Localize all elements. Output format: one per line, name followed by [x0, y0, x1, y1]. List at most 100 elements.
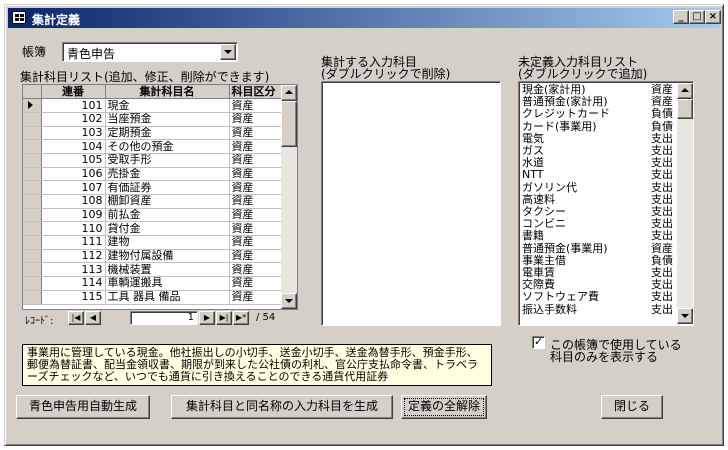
row-selector[interactable] [23, 126, 42, 141]
list-item[interactable]: 普通預金(事業用) 資産 [522, 242, 673, 255]
column-header-serial[interactable]: 連番 [41, 85, 106, 100]
list-item[interactable]: 現金(家計用) 資産 [522, 84, 673, 96]
table-row[interactable]: 104 その他の預金 資産 [23, 139, 282, 154]
cell-serial[interactable]: 111 [41, 235, 106, 250]
table-row[interactable]: 112 建物付属設備 資産 [23, 249, 282, 264]
current-record-field[interactable]: 1 [130, 311, 198, 325]
cell-category[interactable]: 資産 [229, 262, 282, 278]
list-item[interactable]: 普通預金(家計用) 資産 [522, 96, 673, 108]
cell-serial[interactable]: 106 [41, 167, 106, 182]
list-item[interactable]: ガソリン代 支出 [522, 181, 673, 194]
cell-subject-name[interactable]: 貸付金 [105, 221, 230, 237]
cell-subject-name[interactable]: 工具 器具 備品 [105, 290, 230, 305]
cell-serial[interactable]: 110 [41, 221, 106, 237]
undefined-subject-listbox[interactable]: 振込手数料 支出 ソフトウェア費 支出 交際費 支出 電車賃 支出 事業主借 負債 普通預金(事業用… [518, 81, 694, 326]
generate-blue-return-button[interactable]: 青色申告用自動生成 [16, 395, 150, 419]
cell-subject-name[interactable]: 売掛金 [105, 167, 230, 182]
row-selector[interactable] [23, 276, 42, 291]
cell-category[interactable]: 資産 [229, 249, 282, 264]
cell-category[interactable]: 資産 [229, 290, 282, 305]
summary-datasheet[interactable]: 連番 集計科目名 科目区分 101 現金 資産 102 当座預金 資産 103 定期預金 資産 1… [22, 84, 298, 310]
cell-category[interactable]: 資産 [229, 98, 282, 113]
cell-serial[interactable]: 105 [41, 153, 106, 168]
scroll-down-button[interactable] [281, 293, 297, 309]
close-window-button[interactable]: × [705, 10, 721, 24]
table-row[interactable]: 105 受取手形 資産 [23, 153, 282, 168]
clear-all-definitions-button[interactable]: 定義の全解除 [401, 395, 487, 419]
cell-subject-name[interactable]: 受取手形 [105, 153, 230, 168]
cell-subject-name[interactable]: 前払金 [105, 208, 230, 223]
cell-subject-name[interactable]: 建物 [105, 235, 230, 250]
minimize-button[interactable]: _ [673, 10, 689, 24]
cell-category[interactable]: 資産 [229, 208, 282, 223]
list-item[interactable]: コンビニ 支出 [522, 218, 673, 230]
table-row[interactable]: 101 現金 資産 [23, 98, 282, 113]
cell-subject-name[interactable]: その他の預金 [105, 139, 230, 154]
cell-subject-name[interactable]: 車輌運搬具 [105, 276, 230, 291]
list-item[interactable]: 書籍 支出 [522, 230, 673, 242]
row-selector[interactable] [23, 194, 42, 209]
row-selector[interactable] [23, 249, 42, 264]
row-selector[interactable] [23, 112, 42, 127]
last-record-button[interactable]: ▶| [216, 311, 232, 325]
cell-serial[interactable]: 108 [41, 194, 106, 209]
table-row[interactable]: 103 定期預金 資産 [23, 126, 282, 141]
cell-category[interactable]: 資産 [229, 167, 282, 182]
cell-category[interactable]: 資産 [229, 180, 282, 195]
row-selector[interactable] [23, 221, 42, 237]
scroll-thumb[interactable] [281, 101, 297, 147]
list-item[interactable]: クレジットカード 負債 [522, 108, 673, 120]
cell-serial[interactable]: 112 [41, 249, 106, 264]
row-selector[interactable] [23, 180, 42, 195]
cell-category[interactable]: 資産 [229, 153, 282, 168]
input-subject-listbox[interactable] [321, 81, 501, 326]
cell-serial[interactable]: 113 [41, 262, 106, 278]
row-selector[interactable] [23, 262, 42, 278]
cell-subject-name[interactable]: 機械装置 [105, 262, 230, 278]
row-selector[interactable] [23, 153, 42, 168]
cell-subject-name[interactable]: 現金 [105, 98, 230, 113]
generate-same-name-button[interactable]: 集計科目と同名称の入力科目を生成 [171, 395, 393, 419]
table-row[interactable]: 114 車輌運搬具 資産 [23, 276, 282, 291]
column-header-name[interactable]: 集計科目名 [105, 85, 230, 100]
table-row[interactable]: 102 当座預金 資産 [23, 112, 282, 127]
list-item[interactable]: 水道 支出 [522, 157, 673, 169]
cell-subject-name[interactable]: 当座預金 [105, 112, 230, 127]
next-record-button[interactable]: ▶ [199, 311, 215, 325]
cell-serial[interactable]: 115 [41, 290, 106, 305]
maximize-button[interactable]: □ [689, 10, 705, 24]
summary-scrollbar[interactable] [281, 85, 297, 309]
list-item[interactable]: NTT 支出 [522, 169, 673, 181]
cell-category[interactable]: 資産 [229, 139, 282, 154]
cell-category[interactable]: 資産 [229, 126, 282, 141]
table-row[interactable]: 115 工具 器具 備品 資産 [23, 290, 282, 305]
table-row[interactable]: 107 有価証券 資産 [23, 180, 282, 195]
cell-serial[interactable]: 101 [41, 98, 106, 113]
row-selector[interactable] [23, 139, 42, 154]
ledger-dropdown-button[interactable] [220, 44, 236, 60]
list-item[interactable]: 電気 支出 [522, 132, 673, 145]
row-selector[interactable] [23, 208, 42, 223]
list-item[interactable]: 事業主借 負債 [522, 254, 673, 267]
cell-serial[interactable]: 104 [41, 139, 106, 154]
scroll-down-button[interactable] [677, 308, 693, 324]
new-record-button[interactable]: ▶* [233, 311, 249, 325]
list-item[interactable]: 振込手数料 支出 [522, 303, 673, 316]
table-row[interactable]: 113 機械装置 資産 [23, 262, 282, 278]
table-row[interactable]: 108 棚卸資産 資産 [23, 194, 282, 209]
row-selector[interactable] [23, 290, 42, 305]
cell-category[interactable]: 資産 [229, 276, 282, 291]
cell-serial[interactable]: 103 [41, 126, 106, 141]
title-bar[interactable]: 集計定義 _ □ × [8, 8, 721, 28]
first-record-button[interactable]: |◀ [68, 311, 84, 325]
cell-serial[interactable]: 114 [41, 276, 106, 291]
list-item[interactable]: 高速料 支出 [522, 193, 673, 206]
cell-category[interactable]: 資産 [229, 112, 282, 127]
table-row[interactable]: 109 前払金 資産 [23, 208, 282, 223]
row-selector[interactable] [23, 235, 42, 250]
ledger-select[interactable]: 青色申告 [62, 42, 238, 62]
cell-subject-name[interactable]: 有価証券 [105, 180, 230, 195]
scroll-thumb[interactable] [677, 99, 693, 119]
table-row[interactable]: 110 貸付金 資産 [23, 221, 282, 237]
cell-subject-name[interactable]: 建物付属設備 [105, 249, 230, 264]
